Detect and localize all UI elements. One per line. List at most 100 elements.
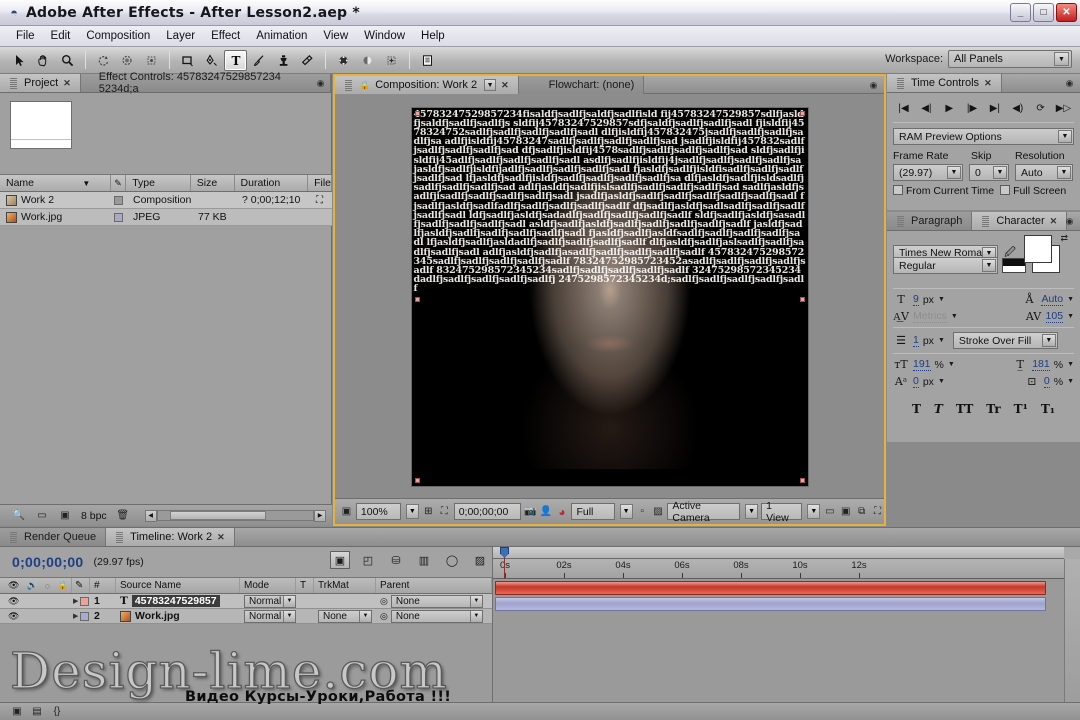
from-current-time-checkbox[interactable]: From Current Time — [893, 185, 994, 197]
orbit-camera-tool[interactable] — [116, 50, 139, 71]
chevron-down-icon[interactable]: ▼ — [1054, 52, 1069, 66]
expand-triangle-icon[interactable]: ▶ — [73, 597, 78, 605]
text-tool[interactable]: T — [224, 49, 247, 71]
subscript-button[interactable]: T₁ — [1041, 402, 1055, 416]
delete-icon[interactable]: 🗑 — [116, 509, 130, 523]
selection-tool[interactable] — [8, 50, 31, 71]
menu-composition[interactable]: Composition — [78, 28, 158, 44]
brainstorm-icon[interactable]: ▨ — [470, 551, 490, 569]
superscript-button[interactable]: T¹ — [1014, 402, 1028, 416]
chevron-down-icon[interactable]: ▼ — [469, 610, 482, 622]
chevron-down-icon[interactable]: ▼ — [283, 595, 295, 607]
audio-toggle-button[interactable]: ◀) — [1009, 101, 1026, 116]
menu-edit[interactable]: Edit — [43, 28, 79, 44]
flowchart-icon[interactable]: ⛶ — [316, 195, 323, 206]
composition-mini-flowchart-icon[interactable]: ◰ — [358, 551, 378, 569]
parent-pickwhip-icon[interactable]: ◎ — [380, 596, 388, 607]
draft-3d-icon[interactable]: ⛁ — [386, 551, 406, 569]
column-duration[interactable]: Duration — [235, 175, 309, 191]
timeline-vertical-scrollbar[interactable] — [1064, 559, 1080, 720]
graph-editor-icon[interactable]: ◯ — [442, 551, 462, 569]
font-size-value[interactable]: 9 — [913, 293, 919, 306]
close-icon[interactable]: ✕ — [217, 532, 225, 543]
fast-previews-icon[interactable]: ▣ — [839, 505, 852, 519]
menu-window[interactable]: Window — [356, 28, 413, 44]
new-folder-icon[interactable]: ▭ — [35, 509, 49, 523]
chevron-down-icon[interactable]: ▼ — [619, 504, 633, 519]
menu-help[interactable]: Help — [413, 28, 453, 44]
tracking-value[interactable]: 105 — [1045, 310, 1064, 323]
horizontal-scale-value[interactable]: 181 — [1032, 358, 1050, 371]
eraser-tool[interactable] — [296, 50, 319, 71]
panel-menu-icon[interactable]: ◉ — [866, 78, 881, 92]
transparency-grid-icon[interactable]: ▨ — [652, 505, 665, 519]
layer-source-name[interactable]: Work.jpg — [135, 610, 180, 622]
chevron-down-icon[interactable]: ▼ — [951, 313, 958, 320]
tsume-value[interactable]: 0 — [1043, 375, 1050, 388]
layer-parent-select[interactable]: None ▼ — [390, 594, 483, 608]
faux-italic-button[interactable]: T — [934, 402, 943, 416]
current-time-display[interactable]: 0;00;00;00 — [453, 503, 521, 520]
play-button[interactable]: ▶ — [941, 101, 958, 116]
chevron-down-icon[interactable]: ▼ — [938, 337, 945, 344]
checkbox-box[interactable] — [1000, 185, 1011, 195]
full-screen-checkbox[interactable]: Full Screen — [1000, 185, 1066, 197]
chevron-down-icon[interactable]: ▼ — [484, 79, 497, 91]
puppet-starch-tool[interactable] — [380, 50, 403, 71]
all-caps-button[interactable]: TT — [956, 402, 973, 416]
handle-bottom-right[interactable] — [799, 477, 805, 483]
video-visibility-icon[interactable]: 👁 — [8, 580, 19, 591]
kerning-value[interactable]: Metrics — [913, 310, 947, 323]
menu-view[interactable]: View — [315, 28, 356, 44]
panel-menu-icon[interactable]: ◉ — [1062, 214, 1077, 228]
close-button[interactable]: ✕ — [1056, 3, 1077, 22]
puppet-overlap-tool[interactable] — [356, 50, 379, 71]
toggle-switches-modes-icon[interactable]: ▣ — [10, 705, 24, 719]
workspace-select[interactable]: All Panels ▼ — [948, 50, 1072, 68]
chevron-down-icon[interactable]: ▼ — [948, 361, 955, 368]
layer-label-swatch[interactable] — [80, 611, 90, 621]
first-frame-button[interactable]: |◀ — [895, 101, 912, 116]
layer-visibility-toggle[interactable]: 👁 — [8, 596, 19, 607]
handle-top-right[interactable] — [799, 110, 805, 116]
source-name-column-header[interactable]: Source Name — [116, 578, 240, 593]
layer-label-swatch[interactable] — [80, 596, 90, 606]
timeline-graph-area[interactable]: 0s 02s 04s 06s 08s 10s 12s — [492, 547, 1080, 720]
tab-flowchart[interactable]: Flowchart: (none) — [518, 76, 645, 94]
solo-icon[interactable]: ◌ — [45, 581, 50, 591]
chevron-down-icon[interactable]: ▼ — [938, 296, 945, 303]
chevron-down-icon[interactable]: ▼ — [1057, 166, 1071, 179]
chevron-down-icon[interactable]: ▼ — [982, 259, 996, 272]
baseline-shift-value[interactable]: 0 — [913, 375, 919, 388]
chevron-down-icon[interactable]: ▼ — [947, 166, 961, 179]
views-select[interactable]: 1 View — [761, 500, 803, 524]
show-snapshot-icon[interactable]: 👤 — [540, 505, 553, 519]
timeline-current-time[interactable]: 0;00;00;00 — [12, 554, 84, 570]
pixel-aspect-correction-icon[interactable]: ▭ — [823, 505, 836, 519]
tab-time-controls[interactable]: Time Controls ✕ — [887, 74, 1002, 92]
tab-effect-controls[interactable]: Effect Controls: 45783247529857234 5234d… — [80, 71, 331, 95]
chevron-down-icon[interactable]: ▼ — [1058, 130, 1072, 143]
vertical-scale-value[interactable]: 191 — [913, 358, 931, 371]
faux-bold-button[interactable]: T — [912, 402, 921, 416]
composition-viewer-stage[interactable]: 45783247529857234fisaldfjsadlfjsaldfjsad… — [335, 95, 884, 498]
menu-file[interactable]: File — [8, 28, 43, 44]
panel-menu-icon[interactable]: ◉ — [1062, 76, 1077, 90]
comp-flowchart-icon[interactable]: ⛶ — [871, 505, 884, 519]
zoom-level-select[interactable]: 100% — [355, 503, 401, 520]
label-color-swatch[interactable] — [114, 195, 123, 205]
layer-parent-select[interactable]: None ▼ — [390, 609, 483, 623]
menu-layer[interactable]: Layer — [158, 28, 203, 44]
loop-button[interactable]: ⟳ — [1032, 101, 1049, 116]
layer-duration-bar[interactable] — [495, 597, 1046, 611]
lock-icon[interactable]: 🔒 — [359, 80, 370, 91]
next-frame-button[interactable]: |▶ — [964, 101, 981, 116]
braces-icon[interactable]: {} — [50, 705, 64, 719]
label-color-swatch[interactable] — [114, 212, 123, 222]
fill-color-swatch[interactable] — [1024, 235, 1052, 263]
chevron-down-icon[interactable]: ▼ — [405, 504, 419, 519]
chevron-down-icon[interactable]: ▼ — [1067, 296, 1074, 303]
scroll-right-button[interactable]: ▶ — [314, 509, 326, 522]
menu-animation[interactable]: Animation — [248, 28, 315, 44]
layer-mode-select[interactable]: Normal ▼ — [244, 594, 296, 608]
